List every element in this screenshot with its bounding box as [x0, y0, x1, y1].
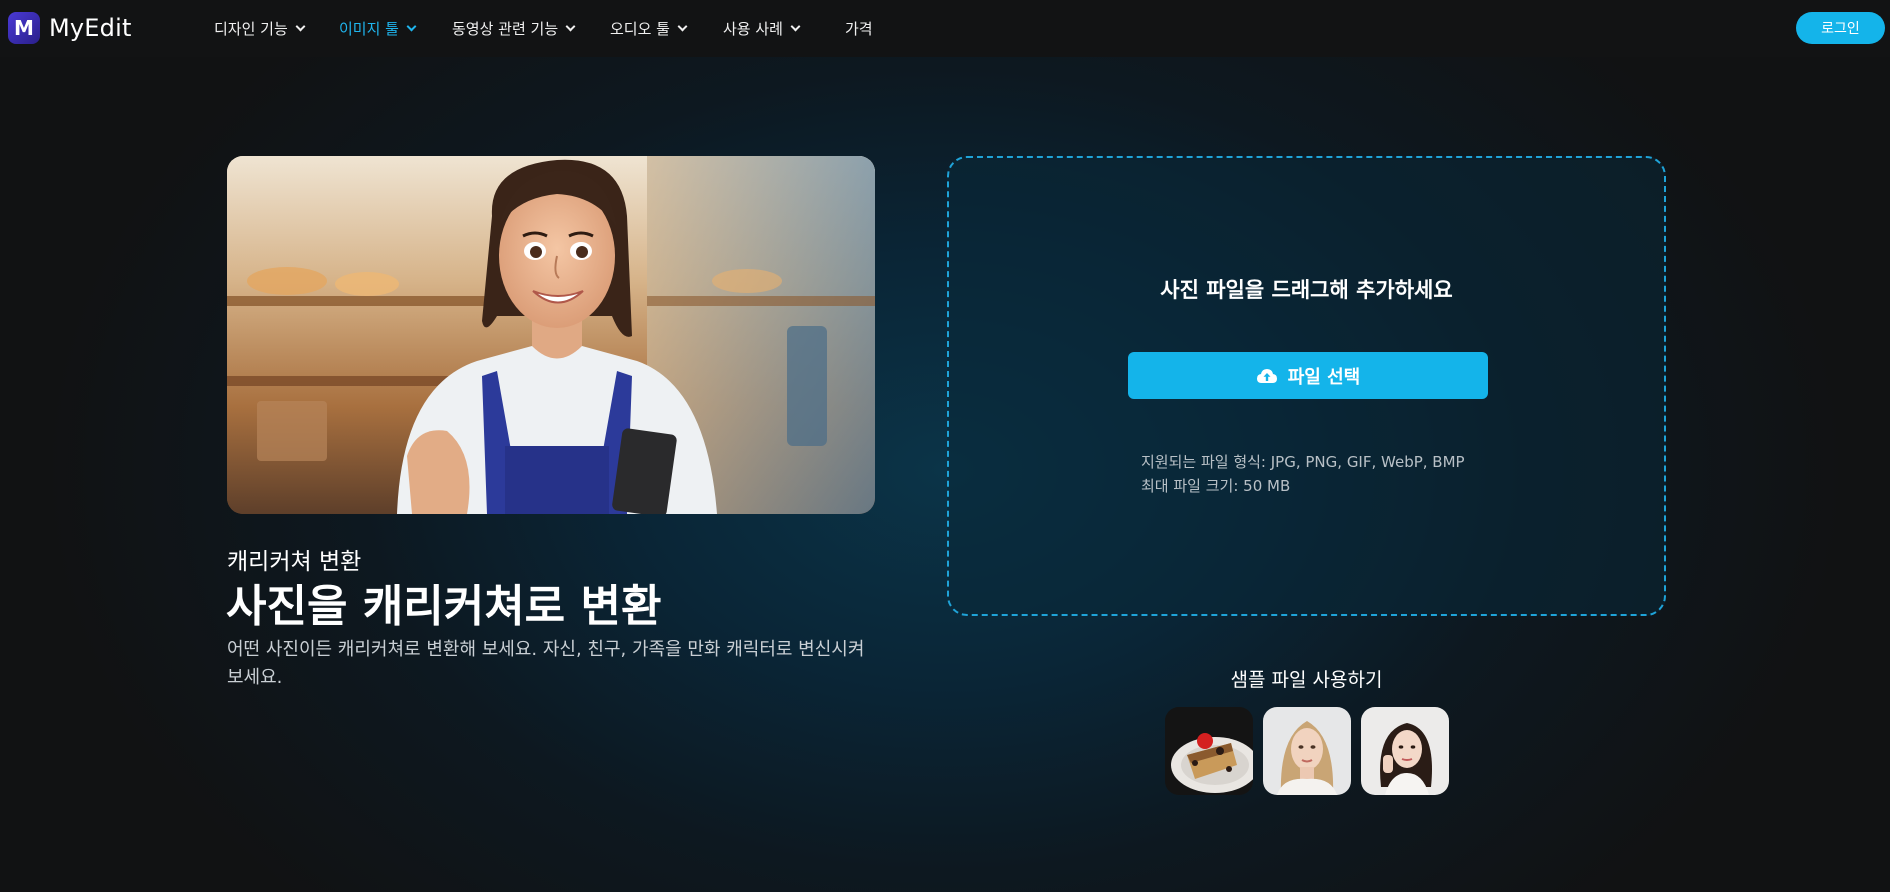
cloud-upload-icon: [1256, 367, 1278, 385]
caricature-illustration: [227, 156, 875, 514]
hero-caricature-image: [227, 156, 875, 514]
nav-item-video-features[interactable]: 동영상 관련 기능: [452, 18, 576, 39]
chevron-down-icon: [790, 21, 801, 32]
nav-item-label: 사용 사례: [723, 20, 783, 38]
choose-file-label: 파일 선택: [1287, 366, 1361, 388]
login-button[interactable]: 로그인: [1796, 12, 1885, 44]
chevron-down-icon: [565, 21, 576, 32]
samples-label: 샘플 파일 사용하기: [1230, 669, 1383, 691]
nav-item-label: 이미지 툴: [339, 20, 399, 38]
sample-thumbnail-woman-blonde[interactable]: [1263, 707, 1351, 795]
nav-item-use-cases[interactable]: 사용 사례: [723, 18, 801, 39]
myedit-logo-icon: M: [8, 12, 40, 44]
page-description: 어떤 사진이든 캐리커쳐로 변환해 보세요. 자신, 친구, 가족을 만화 캐릭…: [227, 639, 865, 688]
page-title: 사진을 캐리커쳐로 변환: [226, 581, 662, 632]
nav-item-label: 디자인 기능: [214, 20, 288, 38]
nav-item-label: 동영상 관련 기능: [452, 20, 559, 38]
choose-file-button[interactable]: 파일 선택: [1128, 352, 1488, 399]
brand-name: MyEdit: [49, 14, 132, 42]
page: M MyEdit 디자인 기능 이미지 툴 동영상 관련 기능 오디오 툴 사용…: [0, 0, 1890, 892]
sample-thumbnail-cake[interactable]: [1165, 707, 1253, 795]
chevron-down-icon: [295, 21, 306, 32]
upload-heading: 사진 파일을 드래그해 추가하세요: [1160, 278, 1453, 302]
nav-item-audio-tools[interactable]: 오디오 툴: [610, 18, 688, 39]
supported-formats-text: 지원되는 파일 형식: JPG, PNG, GIF, WebP, BMP: [1141, 453, 1465, 471]
chevron-down-icon: [677, 21, 688, 32]
max-size-text: 최대 파일 크기: 50 MB: [1141, 477, 1291, 495]
nav-item-image-tools[interactable]: 이미지 툴: [339, 18, 417, 39]
brand-logo[interactable]: M MyEdit: [8, 12, 132, 44]
top-header: M MyEdit 디자인 기능 이미지 툴 동영상 관련 기능 오디오 툴 사용…: [0, 0, 1890, 57]
chevron-down-icon: [406, 21, 417, 32]
nav-item-label: 가격: [845, 20, 873, 38]
nav-item-pricing[interactable]: 가격: [845, 18, 873, 39]
sample-thumbnail-woman-dark-hair[interactable]: [1361, 707, 1449, 795]
nav-item-design-features[interactable]: 디자인 기능: [214, 18, 306, 39]
nav-item-label: 오디오 툴: [610, 20, 670, 38]
file-requirements: 지원되는 파일 형식: JPG, PNG, GIF, WebP, BMP 최대 …: [1141, 450, 1465, 498]
upload-drop-zone[interactable]: 사진 파일을 드래그해 추가하세요 파일 선택 지원되는 파일 형식: JPG,…: [947, 156, 1666, 616]
